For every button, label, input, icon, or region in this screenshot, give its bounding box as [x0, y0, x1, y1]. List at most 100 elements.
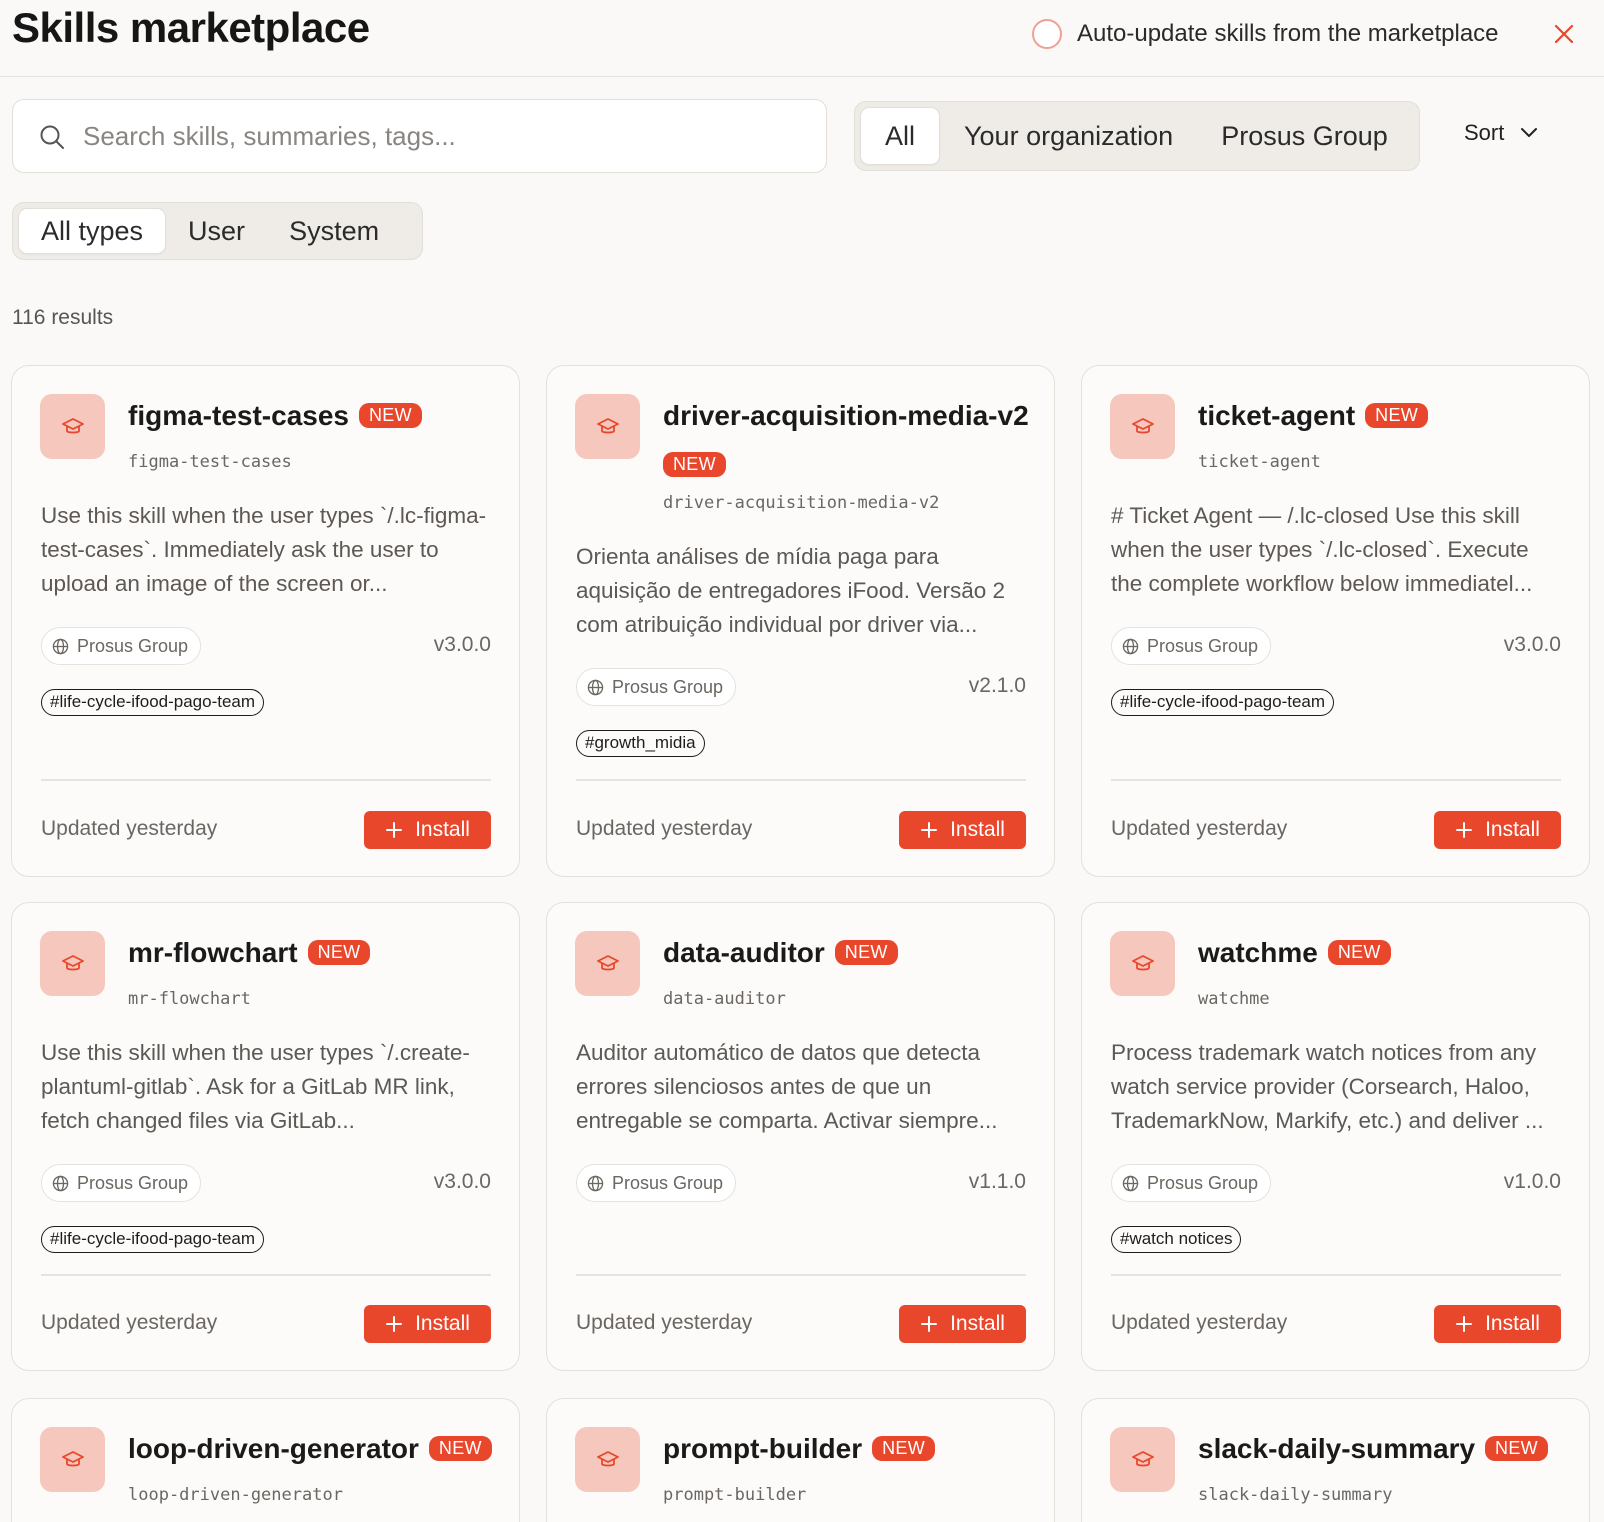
skill-name: mr-flowchart: [128, 937, 298, 968]
graduation-cap-icon: [61, 954, 84, 970]
skill-card[interactable]: driver-acquisition-media-v2 NEW driver-a…: [546, 365, 1055, 877]
plus-icon: [921, 822, 938, 838]
install-button[interactable]: Install: [364, 811, 491, 849]
card-divider: [41, 779, 491, 781]
new-badge: NEW: [872, 1436, 935, 1461]
search-box: [12, 99, 827, 173]
results-count: 116 results: [12, 306, 114, 329]
card-divider: [1111, 1274, 1561, 1276]
chevron-down-icon: [1521, 128, 1538, 137]
updated-text: Updated yesterday: [576, 817, 753, 840]
search-input[interactable]: [83, 114, 803, 158]
org-name: Prosus Group: [1147, 1172, 1259, 1193]
new-badge: NEW: [1365, 403, 1429, 428]
skill-name: watchme: [1198, 937, 1318, 968]
globe-icon: [587, 679, 604, 695]
skill-tag[interactable]: #life-cycle-ifood-pago-team: [41, 1226, 265, 1253]
skill-version: v1.0.0: [1503, 1170, 1561, 1193]
graduation-cap-icon: [596, 954, 619, 970]
skill-version: v2.1.0: [968, 674, 1026, 697]
skill-card[interactable]: ticket-agent NEW ticket-agent # Ticket Ag…: [1081, 365, 1590, 877]
skill-slug: loop-driven-generator: [128, 1485, 343, 1505]
skill-icon-tile: [1110, 931, 1175, 996]
org-name: Prosus Group: [77, 1172, 189, 1193]
skill-card[interactable]: mr-flowchart NEW mr-flowchart Use this sk…: [11, 902, 520, 1371]
graduation-cap-icon: [596, 417, 619, 433]
skill-card[interactable]: data-auditor NEW data-auditor Auditor aut…: [546, 902, 1055, 1371]
new-badge: NEW: [663, 452, 726, 477]
org-name: Prosus Group: [1147, 635, 1259, 656]
skill-description: Auditor automático de datos que detecta …: [576, 1040, 998, 1133]
org-chip: Prosus Group: [1111, 1164, 1272, 1202]
skill-icon-tile: [40, 1427, 105, 1492]
org-name: Prosus Group: [612, 676, 724, 697]
globe-icon: [587, 1175, 604, 1191]
skill-slug: ticket-agent: [1198, 452, 1321, 472]
auto-update-toggle[interactable]: [1032, 19, 1062, 49]
new-badge: NEW: [428, 1436, 492, 1461]
page-title: Skills marketplace: [12, 4, 370, 51]
org-chip: Prosus Group: [41, 627, 202, 665]
skill-card[interactable]: loop-driven-generator NEW loop-driven-gen…: [11, 1398, 520, 1522]
skill-icon-tile: [40, 931, 105, 996]
install-button[interactable]: Install: [364, 1305, 491, 1343]
install-button[interactable]: Install: [1434, 811, 1561, 849]
skill-slug: watchme: [1198, 989, 1270, 1009]
type-all[interactable]: All types: [18, 208, 167, 254]
plus-icon: [1456, 1316, 1473, 1332]
skill-icon-tile: [1110, 394, 1175, 459]
skill-description: Use this skill when the user types `/.cr…: [41, 1040, 470, 1133]
install-button[interactable]: Install: [899, 811, 1026, 849]
sort-button[interactable]: Sort: [1464, 120, 1538, 146]
install-label: Install: [415, 818, 470, 841]
skill-icon-tile: [575, 1427, 640, 1492]
install-label: Install: [950, 1312, 1005, 1335]
globe-icon: [1122, 638, 1139, 654]
new-badge: NEW: [358, 403, 422, 428]
scope-prosus-group[interactable]: Prosus Group: [1197, 107, 1412, 165]
skill-tag[interactable]: #life-cycle-ifood-pago-team: [41, 689, 265, 716]
skill-card[interactable]: figma-test-cases NEW figma-test-cases Use…: [11, 365, 520, 877]
skill-tag[interactable]: #life-cycle-ifood-pago-team: [1111, 689, 1335, 716]
install-label: Install: [415, 1312, 470, 1335]
graduation-cap-icon: [1131, 1450, 1154, 1466]
skill-name: ticket-agent: [1198, 400, 1356, 431]
skill-card[interactable]: slack-daily-summary NEW slack-daily-summa…: [1081, 1398, 1590, 1522]
skill-card[interactable]: watchme NEW watchme Process trademark wat…: [1081, 902, 1590, 1371]
updated-text: Updated yesterday: [41, 817, 218, 840]
close-button[interactable]: [1548, 18, 1580, 50]
skill-slug: slack-daily-summary: [1198, 1485, 1393, 1505]
org-name: Prosus Group: [612, 1172, 724, 1193]
header: Skills marketplace Auto-update skills fr…: [0, 0, 1604, 77]
sort-label: Sort: [1464, 120, 1505, 145]
install-label: Install: [1485, 1312, 1540, 1335]
skill-slug: prompt-builder: [663, 1485, 807, 1505]
install-button[interactable]: Install: [1434, 1305, 1561, 1343]
type-user[interactable]: User: [166, 208, 267, 254]
type-system[interactable]: System: [267, 208, 401, 254]
skill-name: data-auditor: [663, 937, 825, 968]
skill-name: slack-daily-summary: [1198, 1433, 1476, 1464]
plus-icon: [921, 1316, 938, 1332]
graduation-cap-icon: [1131, 954, 1154, 970]
scope-filter: All Your organization Prosus Group: [854, 101, 1420, 171]
scope-your-organization[interactable]: Your organization: [940, 107, 1197, 165]
graduation-cap-icon: [1131, 417, 1154, 433]
scope-all[interactable]: All: [860, 107, 941, 165]
updated-text: Updated yesterday: [41, 1311, 218, 1334]
org-chip: Prosus Group: [41, 1164, 202, 1202]
card-divider: [41, 1274, 491, 1276]
close-icon: [1554, 24, 1574, 44]
skill-tag[interactable]: #growth_midia: [576, 730, 705, 757]
graduation-cap-icon: [61, 1450, 84, 1466]
new-badge: NEW: [1485, 1436, 1548, 1461]
skill-name: loop-driven-generator: [128, 1433, 419, 1464]
install-button[interactable]: Install: [899, 1305, 1026, 1343]
updated-text: Updated yesterday: [1111, 1311, 1288, 1334]
card-divider: [576, 779, 1026, 781]
new-badge: NEW: [307, 940, 371, 965]
type-filter: All types User System: [12, 202, 423, 260]
skill-card[interactable]: prompt-builder NEW prompt-builder: [546, 1398, 1055, 1522]
skill-description: Use this skill when the user types `/.lc…: [41, 503, 487, 596]
skill-tag[interactable]: #watch notices: [1111, 1226, 1242, 1253]
